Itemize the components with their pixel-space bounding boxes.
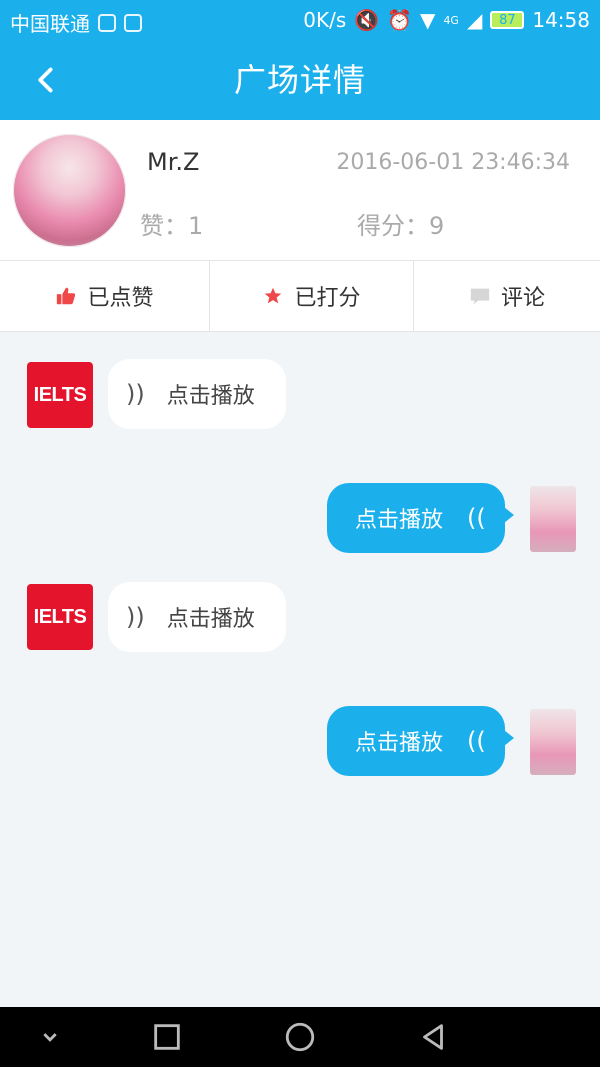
recent-apps-button[interactable]	[127, 1007, 207, 1067]
thumbs-up-icon	[57, 287, 76, 305]
alarm-icon: ⏰	[387, 8, 413, 32]
voice-message-bubble[interactable]: 点击播放 ((	[327, 706, 514, 776]
chevron-down-icon	[43, 1033, 57, 1042]
wifi-icon: ▼	[420, 8, 436, 32]
square-icon	[154, 1024, 180, 1050]
status-bar: 中国联通 0K/s 🔇 ⏰ ▼ 4G ◢ 87 14:58	[0, 0, 600, 40]
play-label: 点击播放	[166, 384, 255, 409]
voice-message-bubble[interactable]: )) 点击播放	[108, 582, 286, 652]
app-notification-icon	[124, 13, 142, 32]
network-speed: 0K/s	[303, 8, 347, 32]
hide-keyboard-button[interactable]	[10, 1007, 90, 1067]
voice-wave-icon: ))	[126, 603, 145, 631]
like-label: 已点赞	[87, 286, 154, 311]
comment-icon	[470, 288, 490, 305]
app-bar: 广场详情	[0, 40, 600, 120]
circle-icon	[285, 1022, 315, 1052]
voice-wave-icon: ((	[467, 727, 486, 755]
post-timestamp: 2016-06-01 23:46:34	[336, 150, 570, 175]
like-button[interactable]: 已点赞	[0, 261, 210, 331]
carrier: 中国联通	[10, 12, 90, 36]
rate-button[interactable]: 已打分	[210, 261, 414, 331]
system-nav-bar	[0, 1007, 600, 1067]
author-name: Mr.Z	[147, 148, 200, 176]
voice-wave-icon: ((	[467, 504, 486, 532]
like-count: 赞：1	[140, 212, 204, 240]
ielts-avatar: IELTS	[27, 584, 93, 650]
score-value: 得分：9	[357, 212, 445, 240]
mute-icon: 🔇	[354, 8, 380, 32]
battery-icon: 87	[490, 11, 525, 29]
post-header: Mr.Z 2016-06-01 23:46:34 赞：1 得分：9	[0, 120, 600, 260]
voice-message-bubble[interactable]: )) 点击播放	[108, 359, 286, 429]
back-nav-button[interactable]	[393, 1007, 473, 1067]
page-title: 广场详情	[233, 61, 366, 99]
play-label: 点击播放	[355, 508, 444, 533]
comment-button[interactable]: 评论	[414, 261, 600, 331]
ielts-avatar: IELTS	[27, 362, 93, 428]
star-icon	[265, 287, 282, 304]
triangle-back-icon	[423, 1024, 443, 1050]
back-chevron-icon	[38, 67, 53, 93]
chat-list: IELTS )) 点击播放 点击播放 (( IELTS )) 点击播放 点击播放…	[0, 332, 600, 1007]
android-notification-icon	[98, 13, 116, 32]
voice-message-bubble[interactable]: 点击播放 ((	[327, 483, 514, 553]
rate-label: 已打分	[294, 286, 361, 311]
comment-label: 评论	[500, 286, 545, 311]
play-label: 点击播放	[166, 607, 255, 632]
user-avatar	[530, 709, 576, 775]
signal-icon: ◢	[466, 8, 483, 32]
author-avatar[interactable]	[13, 134, 126, 247]
network-type: 4G	[443, 13, 459, 27]
action-bar: 已点赞 已打分 评论	[0, 260, 600, 332]
time: 14:58	[532, 8, 590, 32]
play-label: 点击播放	[355, 731, 444, 756]
voice-wave-icon: ))	[126, 380, 145, 408]
home-button[interactable]	[260, 1007, 340, 1067]
user-avatar	[530, 486, 576, 552]
back-button[interactable]	[24, 58, 68, 102]
